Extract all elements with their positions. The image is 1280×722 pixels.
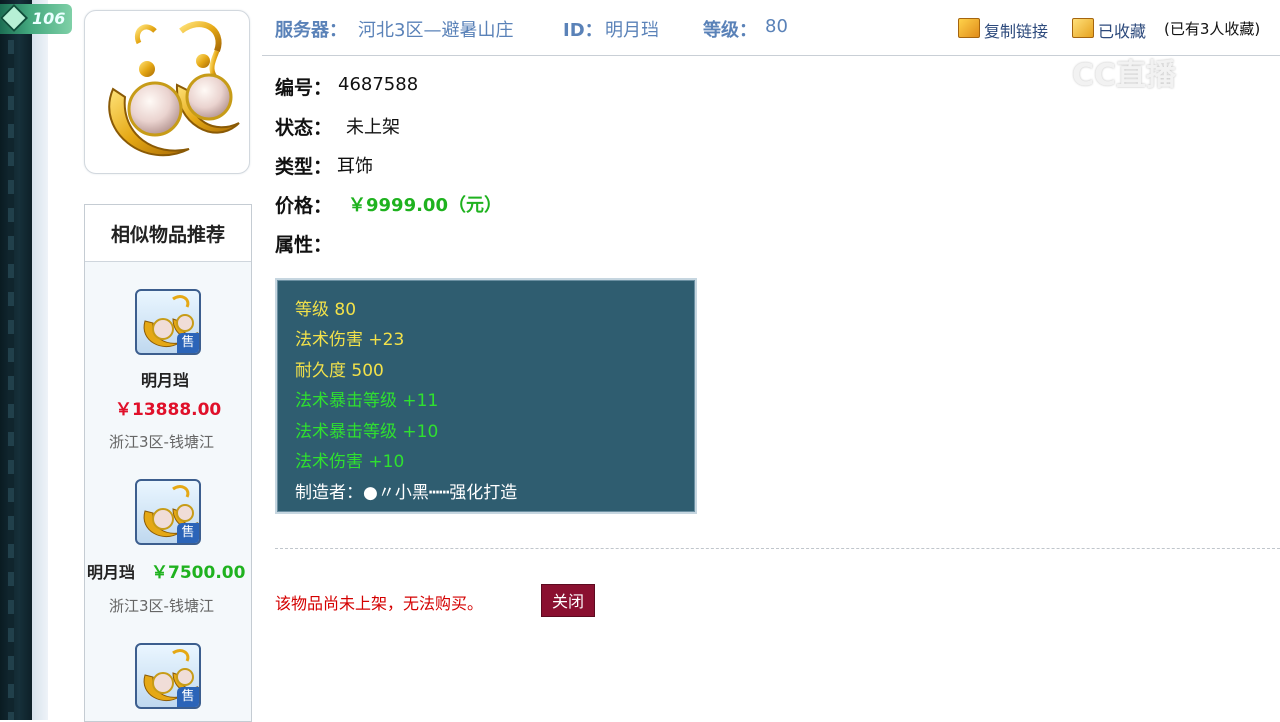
id-value: 明月珰 <box>605 20 659 41</box>
status-label: 状态： <box>275 117 333 139</box>
similar-item-thumb-2[interactable]: 售 <box>135 479 201 545</box>
price-value: ￥9999.00（元） <box>348 195 502 216</box>
not-listed-notice: 该物品尚未上架，无法购买。 <box>275 594 484 613</box>
left-gap <box>32 0 48 720</box>
diamond-icon <box>0 4 29 33</box>
attributes-box: 等级 80 法术伤害 +23 耐久度 500 法术暴击等级 +11 法术暴击等级… <box>275 278 697 514</box>
close-button[interactable]: 关闭 <box>541 584 595 617</box>
price-label: 价格： <box>275 195 333 217</box>
copy-link-icon <box>958 18 980 38</box>
similar-item-price-2: ￥7500.00 <box>151 563 246 583</box>
stream-watermark: CC直播 <box>1072 58 1177 93</box>
similar-title: 相似物品推荐 <box>85 205 251 262</box>
attributes-label: 属性： <box>275 234 333 256</box>
earring-icon <box>108 21 240 157</box>
type-label: 类型： <box>275 156 333 178</box>
attr-line-2: 法术伤害 +23 <box>295 330 405 350</box>
left-frame <box>0 0 32 720</box>
similar-item-price-1: ￥13888.00 <box>115 400 222 420</box>
server-value: 河北3区—避暑山庄 <box>358 20 514 41</box>
similar-item-name-2[interactable]: 明月珰 <box>87 559 135 583</box>
sale-tag: 售 <box>177 523 199 543</box>
similar-item-server-1: 浙江3区-钱塘江 <box>109 433 214 451</box>
id-label: ID： <box>563 20 603 41</box>
favorited-button[interactable]: 已收藏 <box>1098 18 1146 42</box>
level-label: 等级： <box>703 20 757 41</box>
attr-line-1: 等级 80 <box>295 300 357 320</box>
attr-line-6: 法术伤害 +10 <box>295 452 405 472</box>
frame-stripe <box>8 40 14 720</box>
similar-item-thumb-1[interactable]: 售 <box>135 289 201 355</box>
similar-item-name-1[interactable]: 明月珰 <box>141 367 189 391</box>
badge-level: 106 <box>32 9 66 28</box>
number-label: 编号： <box>275 77 333 99</box>
attr-line-3: 耐久度 500 <box>295 361 384 381</box>
similar-items-panel: 相似物品推荐 售 明月珰 ￥13888.00 浙江3区-钱塘江 售 明月珰 ￥7… <box>84 204 252 722</box>
content-divider <box>275 548 1280 549</box>
similar-item-server-2: 浙江3区-钱塘江 <box>109 597 214 615</box>
attr-line-7: 制造者：●〃小黑┅┅强化打造 <box>295 483 518 503</box>
status-value: 未上架 <box>346 117 400 138</box>
number-value: 4687588 <box>338 74 419 95</box>
type-value: 耳饰 <box>337 156 373 177</box>
level-badge: 106 <box>0 4 72 34</box>
attr-line-5: 法术暴击等级 +10 <box>295 422 439 442</box>
item-image <box>84 10 250 174</box>
similar-item-thumb-3[interactable]: 售 <box>135 643 201 709</box>
level-value: 80 <box>765 16 788 37</box>
sale-tag: 售 <box>177 687 199 707</box>
favorite-count: (已有3人收藏) <box>1164 20 1261 38</box>
favorite-icon <box>1072 18 1094 38</box>
copy-link-button[interactable]: 复制链接 <box>984 18 1048 42</box>
attr-line-4: 法术暴击等级 +11 <box>295 391 439 411</box>
sale-tag: 售 <box>177 333 199 353</box>
server-label: 服务器： <box>275 20 347 41</box>
